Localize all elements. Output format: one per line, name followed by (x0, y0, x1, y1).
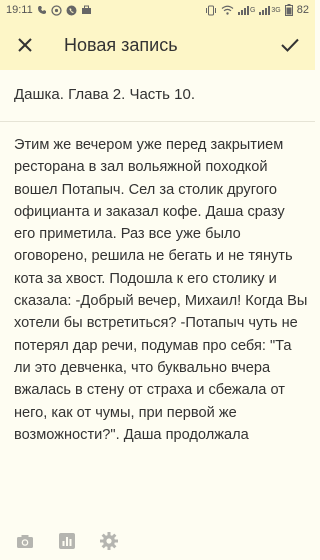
camera-button[interactable] (8, 524, 42, 558)
whatsapp-icon (51, 4, 62, 16)
chart-button[interactable] (50, 524, 84, 558)
phone-icon (37, 5, 47, 15)
entry-title-input[interactable]: Дашка. Глава 2. Часть 10. (14, 84, 304, 106)
status-bar: 19:11 G 3G 82 (0, 0, 315, 20)
gear-icon (100, 532, 118, 550)
status-time: 19:11 (6, 4, 33, 16)
divider (0, 121, 315, 122)
signal-icon (237, 5, 249, 15)
status-left: 19:11 (6, 4, 92, 16)
briefcase-icon (81, 5, 92, 15)
check-icon (281, 38, 299, 52)
close-button[interactable] (0, 20, 50, 70)
settings-button[interactable] (92, 524, 126, 558)
close-icon (18, 38, 32, 52)
battery-icon (284, 4, 293, 16)
wifi-icon (221, 5, 234, 15)
camera-icon (17, 534, 33, 548)
vibrate-icon (205, 5, 217, 16)
app-bar: Новая запись (0, 20, 315, 70)
battery-level: 82 (296, 4, 309, 16)
viber-icon (66, 5, 77, 16)
signal-2-label: 3G (271, 6, 281, 14)
entry-body-input[interactable]: Этим же вечером уже перед закрытием рест… (14, 134, 308, 514)
page-title: Новая запись (64, 34, 178, 55)
signal-icon (259, 5, 271, 15)
bottom-toolbar (0, 522, 315, 560)
save-button[interactable] (265, 20, 315, 70)
chart-icon (59, 533, 75, 549)
status-right: G 3G 82 (205, 4, 309, 16)
signal-1-label: G (249, 6, 256, 14)
